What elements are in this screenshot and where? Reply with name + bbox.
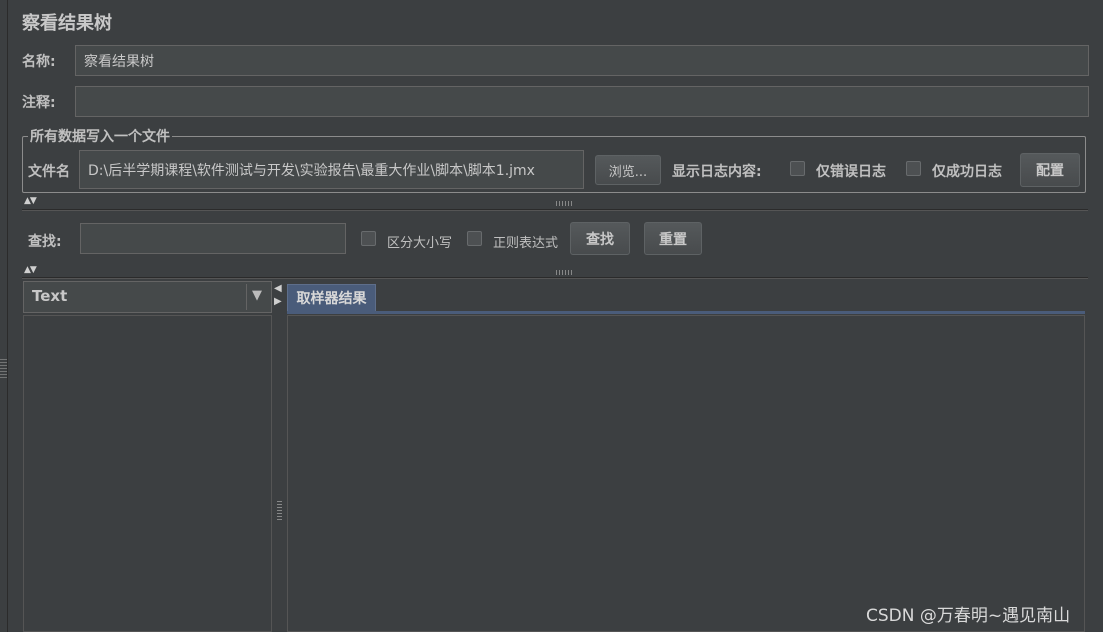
vertical-splitter[interactable] bbox=[272, 281, 285, 632]
reset-button[interactable]: 重置 bbox=[644, 222, 702, 255]
comment-input[interactable] bbox=[75, 86, 1089, 117]
search-input[interactable] bbox=[80, 223, 346, 254]
left-divider[interactable] bbox=[0, 0, 8, 632]
left-divider-grip-icon[interactable] bbox=[0, 358, 7, 378]
regex-checkbox[interactable] bbox=[467, 231, 482, 246]
filename-label: 文件名 bbox=[28, 164, 70, 180]
splitter-grip-icon[interactable] bbox=[556, 270, 572, 275]
case-sensitive-checkbox[interactable] bbox=[361, 231, 376, 246]
filename-input[interactable] bbox=[79, 150, 584, 189]
write-to-file-legend: 所有数据写入一个文件 bbox=[28, 126, 172, 146]
sampler-result-panel bbox=[287, 315, 1085, 632]
success-only-checkbox[interactable] bbox=[906, 161, 921, 176]
success-only-label[interactable]: 仅成功日志 bbox=[932, 161, 1002, 181]
splitter-arrows-icon[interactable]: ▲▼ bbox=[24, 266, 37, 275]
view-results-tree-panel: 察看结果树 名称: 注释: 所有数据写入一个文件 文件名 浏览... 显示日志内… bbox=[0, 0, 1103, 632]
watermark: CSDN @万春明~遇见南山 bbox=[866, 606, 1071, 626]
comment-label: 注释: bbox=[22, 95, 56, 111]
log-content-label: 显示日志内容: bbox=[672, 164, 762, 180]
vertical-splitter-grip-icon[interactable] bbox=[277, 500, 282, 520]
tab-sampler-result[interactable]: 取样器结果 bbox=[287, 284, 376, 311]
triangle-down-icon[interactable]: ▼ bbox=[252, 288, 262, 303]
tab-underline bbox=[287, 311, 1085, 314]
splitter-arrows-icon[interactable]: ▲▼ bbox=[24, 197, 37, 206]
panel-title: 察看结果树 bbox=[22, 13, 112, 34]
name-input[interactable] bbox=[75, 45, 1089, 76]
name-label: 名称: bbox=[22, 54, 56, 70]
search-label: 查找: bbox=[28, 234, 62, 250]
browse-button[interactable]: 浏览... bbox=[595, 155, 661, 185]
configure-button[interactable]: 配置 bbox=[1020, 153, 1080, 187]
results-tree[interactable] bbox=[23, 315, 272, 632]
errors-only-label[interactable]: 仅错误日志 bbox=[816, 161, 886, 181]
renderer-select-separator bbox=[246, 284, 247, 310]
errors-only-checkbox[interactable] bbox=[790, 161, 805, 176]
regex-label[interactable]: 正则表达式 bbox=[493, 232, 558, 251]
renderer-selected-value[interactable]: Text bbox=[32, 287, 67, 305]
splitter-grip-icon[interactable] bbox=[556, 201, 572, 206]
case-sensitive-label[interactable]: 区分大小写 bbox=[387, 232, 452, 251]
splitter-line-highlight bbox=[22, 278, 1088, 279]
collapse-right-icon[interactable]: ▶ bbox=[274, 297, 282, 307]
collapse-left-icon[interactable]: ◀ bbox=[274, 284, 282, 294]
search-button[interactable]: 查找 bbox=[570, 222, 630, 255]
splitter-line-highlight bbox=[22, 210, 1088, 211]
